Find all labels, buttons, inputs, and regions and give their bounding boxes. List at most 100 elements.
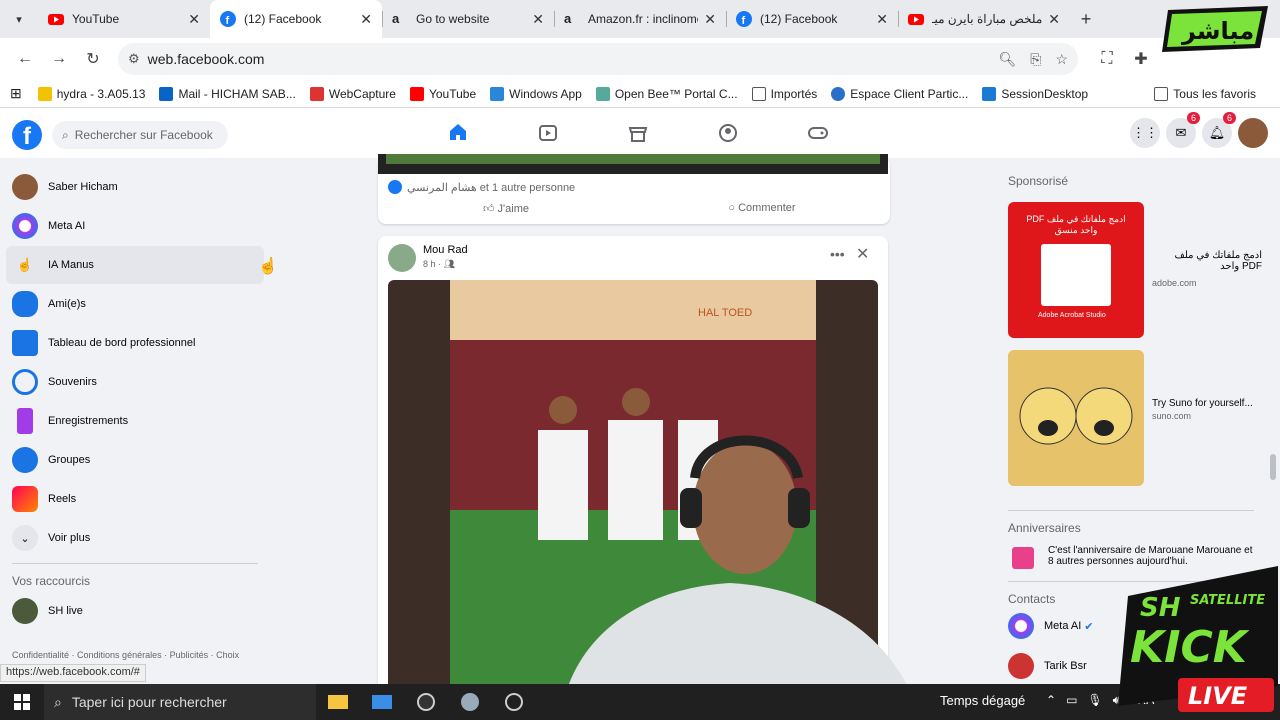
facebook-icon: f [736, 11, 752, 27]
tab-title: (12) Facebook [244, 12, 322, 26]
nav-marketplace[interactable] [593, 108, 683, 158]
tab-youtube-match[interactable]: ملخص مباراة بايرن ميـ ✕ [898, 0, 1070, 38]
tab-youtube[interactable]: YouTube ✕ [38, 0, 210, 38]
bookmark-star-icon[interactable]: ☆ [1055, 51, 1068, 68]
install-app-icon[interactable]: ⎘ [1030, 51, 1041, 68]
tab-go-to-website[interactable]: a Go to website ✕ [382, 0, 554, 38]
obs-app-icon[interactable] [404, 684, 448, 720]
tab-facebook-active[interactable]: f (12) Facebook ✕ [210, 0, 382, 38]
sidebar-item-ia-manus[interactable]: ☝ IA Manus [6, 246, 264, 284]
new-tab-button[interactable]: + [1070, 0, 1102, 38]
post-author[interactable]: Mou Rad [423, 244, 468, 256]
post-time[interactable]: 8 h · 👥︎ [423, 259, 455, 270]
sponsored-heading: Sponsorisé [1008, 174, 1069, 188]
bookmark-espace-client[interactable]: Espace Client Partic... [831, 86, 968, 101]
like-label: J'aime [497, 203, 529, 215]
meta-ai-icon [1008, 613, 1034, 639]
close-tab-icon[interactable]: ✕ [704, 11, 716, 28]
nav-video[interactable] [503, 108, 593, 158]
groups-icon [719, 124, 737, 142]
sidebar-item-meta-ai[interactable]: Meta AI [0, 207, 262, 245]
youtube-icon [48, 14, 64, 25]
sidebar-item-groups[interactable]: Groupes [0, 441, 262, 479]
page-scrollbar[interactable] [1270, 454, 1276, 480]
menu-grid-icon[interactable]: ⋮⋮ [1130, 118, 1160, 148]
extensions-icon[interactable]: ✚ [1124, 42, 1158, 76]
app-icon[interactable] [448, 684, 492, 720]
screenshot-icon[interactable]: ⛶ [1090, 42, 1124, 76]
reaction-summary[interactable]: هشام المرنسي et 1 autre personne [388, 180, 575, 194]
all-bookmarks[interactable]: Tous les favoris [1154, 86, 1256, 101]
bookmark-openbee[interactable]: Open Bee™ Portal C... [595, 86, 738, 101]
tab-facebook[interactable]: f (12) Facebook ✕ [726, 0, 898, 38]
openbee-icon [595, 86, 610, 101]
messenger-icon[interactable]: ✉ 6 [1166, 112, 1200, 148]
meta-ai-icon [12, 213, 38, 239]
profile-avatar[interactable] [1238, 118, 1268, 148]
clock-app-icon[interactable] [492, 684, 536, 720]
tab-search-dropdown[interactable]: ▾ [0, 0, 38, 38]
like-reaction-icon [388, 180, 402, 194]
file-explorer-icon[interactable] [316, 684, 360, 720]
facebook-search-input[interactable]: ⌕ Rechercher sur Facebook [52, 121, 228, 149]
reload-button[interactable]: ↻ [76, 42, 110, 76]
bookmark-sessiondesktop[interactable]: SessionDesktop [982, 86, 1088, 101]
bookmark-label: Windows App [509, 86, 582, 101]
chevron-up-icon[interactable]: ⌃ [1046, 693, 1056, 708]
close-tab-icon[interactable]: ✕ [1048, 11, 1060, 28]
nav-home[interactable] [413, 108, 503, 158]
facebook-logo-icon[interactable]: f [12, 120, 42, 150]
apps-grid-icon[interactable]: ⊞ [10, 85, 22, 102]
shortcut-sh-live[interactable]: SH live [0, 592, 262, 630]
microphone-icon[interactable]: 🎙︎ [1087, 693, 1102, 708]
windows-start-icon[interactable] [0, 684, 44, 720]
taskbar-search-input[interactable]: ⌕ Taper ici pour rechercher [44, 684, 316, 720]
back-button[interactable]: ← [8, 42, 42, 76]
notifications-bell-icon[interactable]: 🔔︎ 6 [1202, 112, 1236, 148]
sidebar-item-see-more[interactable]: ⌄ Voir plus [0, 519, 262, 557]
ad-adobe[interactable]: ادمج ملفاتك في ملف PDF واحد منسق Adobe A… [1008, 202, 1268, 350]
weather-widget[interactable]: Temps dégagé [940, 693, 1025, 708]
sidebar-item-memories[interactable]: Souvenirs [0, 363, 262, 401]
url-bar[interactable]: ⚙ web.facebook.com 🔍︎ ⎘ ☆ [118, 43, 1078, 75]
close-tab-icon[interactable]: ✕ [360, 11, 372, 28]
bookmark-hydra[interactable]: hydra - 3.A05.13 [37, 86, 145, 101]
video-thumbnail[interactable] [378, 154, 888, 174]
ad-suno[interactable]: Try Suno for yourself... suno.com [1008, 350, 1268, 510]
sidebar-item-dashboard[interactable]: Tableau de bord professionnel [0, 324, 262, 362]
facebook-footer[interactable]: Confidentialité · Conditions générales ·… [12, 650, 239, 660]
bookmark-webcapture[interactable]: WebCapture [309, 86, 396, 101]
home-icon [450, 123, 466, 140]
comment-button[interactable]: ○ Commenter [634, 202, 890, 215]
sidebar-item-saved[interactable]: Enregistrements [0, 402, 262, 440]
author-avatar[interactable] [388, 244, 416, 272]
amazon-icon: a [392, 11, 400, 26]
tab-amazon[interactable]: a Amazon.fr : inclinome ✕ [554, 0, 726, 38]
bookmark-windows-app[interactable]: Windows App [490, 86, 582, 101]
sidebar-item-friends[interactable]: Ami(e)s [0, 285, 262, 323]
thumbs-up-icon: 👍︎ [482, 203, 498, 215]
nav-groups[interactable] [683, 108, 773, 158]
close-tab-icon[interactable]: ✕ [876, 11, 888, 28]
close-post-icon[interactable]: ✕ [856, 244, 869, 264]
forward-button[interactable]: → [42, 42, 76, 76]
sidebar-item-profile[interactable]: Saber Hicham [0, 168, 262, 206]
nav-gaming[interactable] [773, 108, 863, 158]
bookmark-youtube[interactable]: YouTube [409, 86, 476, 101]
sidebar-item-label: Meta AI [48, 220, 86, 232]
like-button[interactable]: 👍︎ J'aime [378, 202, 634, 215]
folder-icon [1154, 86, 1169, 101]
mail-app-icon[interactable] [360, 684, 404, 720]
more-options-icon[interactable]: ••• [830, 246, 845, 262]
groups-icon [12, 447, 38, 473]
site-settings-icon[interactable]: ⚙ [128, 51, 140, 67]
close-tab-icon[interactable]: ✕ [188, 11, 200, 28]
network-icon[interactable]: ▭ [1066, 693, 1077, 708]
zoom-icon[interactable]: 🔍︎ [998, 51, 1016, 68]
bookmark-mail[interactable]: Mail - HICHAM SAB... [159, 86, 296, 101]
bookmark-importes[interactable]: Importés [751, 86, 817, 101]
sidebar-item-reels[interactable]: Reels [0, 480, 262, 518]
pdf-document-icon [1041, 244, 1111, 306]
close-tab-icon[interactable]: ✕ [532, 11, 544, 28]
ad-text: Try Suno for yourself... suno.com [1152, 398, 1262, 421]
